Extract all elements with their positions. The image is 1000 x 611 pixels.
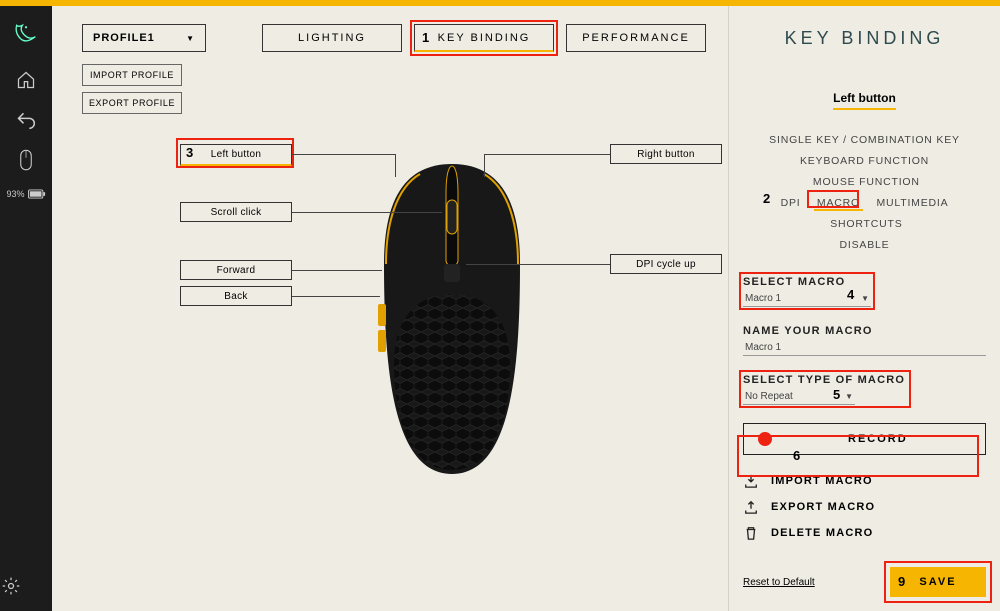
chevron-down-icon: ▼ <box>861 294 869 303</box>
leader-line <box>484 154 610 155</box>
tab-performance[interactable]: PERFORMANCE <box>566 24 706 52</box>
cat-disable[interactable]: DISABLE <box>837 239 893 251</box>
main-tabs: LIGHTING KEY BINDING 1 PERFORMANCE <box>262 24 706 52</box>
mouse-label-back[interactable]: Back <box>180 286 292 306</box>
trash-icon <box>743 525 759 541</box>
delete-macro-label: DELETE MACRO <box>771 527 873 539</box>
tab-lighting-label: LIGHTING <box>298 32 366 44</box>
name-macro-label: NAME YOUR MACRO <box>743 325 986 337</box>
cat-mouse-function[interactable]: MOUSE FUNCTION <box>810 176 923 188</box>
export-icon <box>743 499 759 515</box>
delete-macro-button[interactable]: DELETE MACRO <box>743 525 986 541</box>
leader-line <box>466 264 610 265</box>
profile-selected-text: PROFILE1 <box>93 32 155 44</box>
import-profile-button[interactable]: IMPORT PROFILE <box>82 64 182 86</box>
leader-line <box>292 212 442 213</box>
left-sidebar: 93% <box>0 6 52 611</box>
type-macro-label: SELECT TYPE OF MACRO <box>743 374 986 386</box>
cat-keyboard-function[interactable]: KEYBOARD FUNCTION <box>797 155 932 167</box>
panel-title: KEY BINDING <box>743 28 986 49</box>
mouse-diagram: Left button 3 Right button Scroll click … <box>52 116 728 611</box>
chevron-down-icon: ▼ <box>845 392 853 401</box>
cat-macro[interactable]: MACRO <box>814 197 863 211</box>
import-macro-label: IMPORT MACRO <box>771 475 873 487</box>
name-macro-input[interactable]: Macro 1 <box>743 339 986 356</box>
import-icon <box>743 473 759 489</box>
export-macro-label: EXPORT MACRO <box>771 501 875 513</box>
mouse-label-forward[interactable]: Forward <box>180 260 292 280</box>
step-1-label: 1 <box>422 30 429 45</box>
tab-lighting[interactable]: LIGHTING <box>262 24 402 52</box>
mouse-label-left-button[interactable]: Left button <box>180 144 292 166</box>
record-button[interactable]: RECORD <box>743 423 986 455</box>
select-macro-value: Macro 1 <box>745 293 781 304</box>
step-6-label: 6 <box>793 448 800 463</box>
mouse-image <box>372 164 532 474</box>
export-macro-button[interactable]: EXPORT MACRO <box>743 499 986 515</box>
step-3-label: 3 <box>186 145 193 160</box>
settings-icon[interactable] <box>0 575 22 597</box>
cat-dpi[interactable]: DPI <box>778 197 804 209</box>
step-5-label: 5 <box>833 387 840 402</box>
mouse-label-forward-text: Forward <box>217 265 256 276</box>
import-macro-button[interactable]: IMPORT MACRO <box>743 473 986 489</box>
leader-line <box>292 154 396 155</box>
select-macro-label: SELECT MACRO <box>743 276 986 288</box>
import-profile-label: IMPORT PROFILE <box>90 70 174 80</box>
leader-line <box>292 270 382 271</box>
home-icon[interactable] <box>15 69 37 91</box>
type-macro-value: No Repeat <box>745 391 793 402</box>
step-4-label: 4 <box>847 287 854 302</box>
export-profile-button[interactable]: EXPORT PROFILE <box>82 92 182 114</box>
battery-percent: 93% <box>6 189 24 199</box>
profile-select[interactable]: PROFILE1 ▼ <box>82 24 206 52</box>
mouse-label-back-text: Back <box>224 291 247 302</box>
step-9-label: 9 <box>898 574 905 589</box>
back-icon[interactable] <box>15 109 37 131</box>
reset-default-link[interactable]: Reset to Default <box>743 577 815 588</box>
binding-category-list: SINGLE KEY / COMBINATION KEY KEYBOARD FU… <box>743 130 986 256</box>
mouse-device-icon[interactable] <box>15 149 37 171</box>
cat-multimedia[interactable]: MULTIMEDIA <box>873 197 951 209</box>
name-macro-value: Macro 1 <box>745 342 781 353</box>
mouse-label-left-text: Left button <box>211 149 262 160</box>
mouse-label-scroll-text: Scroll click <box>211 207 262 218</box>
cat-single-key[interactable]: SINGLE KEY / COMBINATION KEY <box>766 134 963 146</box>
mouse-label-dpi-cycle[interactable]: DPI cycle up <box>610 254 722 274</box>
mouse-label-right-text: Right button <box>637 149 695 160</box>
panel-subtitle: Left button <box>833 91 896 110</box>
main-content: PROFILE1 ▼ LIGHTING KEY BINDING 1 PERFOR… <box>52 6 728 611</box>
export-profile-label: EXPORT PROFILE <box>89 98 175 108</box>
tab-key-binding-label: KEY BINDING <box>438 32 531 44</box>
record-label: RECORD <box>848 433 908 445</box>
step-2-label: 2 <box>763 191 770 206</box>
chevron-down-icon: ▼ <box>186 34 195 43</box>
brand-logo-icon <box>11 16 41 51</box>
mouse-label-scroll-click[interactable]: Scroll click <box>180 202 292 222</box>
cat-shortcuts[interactable]: SHORTCUTS <box>827 218 905 230</box>
battery-status: 93% <box>6 189 45 199</box>
tab-key-binding[interactable]: KEY BINDING <box>414 24 554 52</box>
tab-performance-label: PERFORMANCE <box>582 32 690 44</box>
leader-line <box>292 296 380 297</box>
save-label: SAVE <box>919 576 956 588</box>
record-dot-icon <box>758 432 772 446</box>
mouse-label-right-button[interactable]: Right button <box>610 144 722 164</box>
key-binding-panel: KEY BINDING Left button SINGLE KEY / COM… <box>728 6 1000 611</box>
mouse-label-dpi-text: DPI cycle up <box>636 259 696 270</box>
